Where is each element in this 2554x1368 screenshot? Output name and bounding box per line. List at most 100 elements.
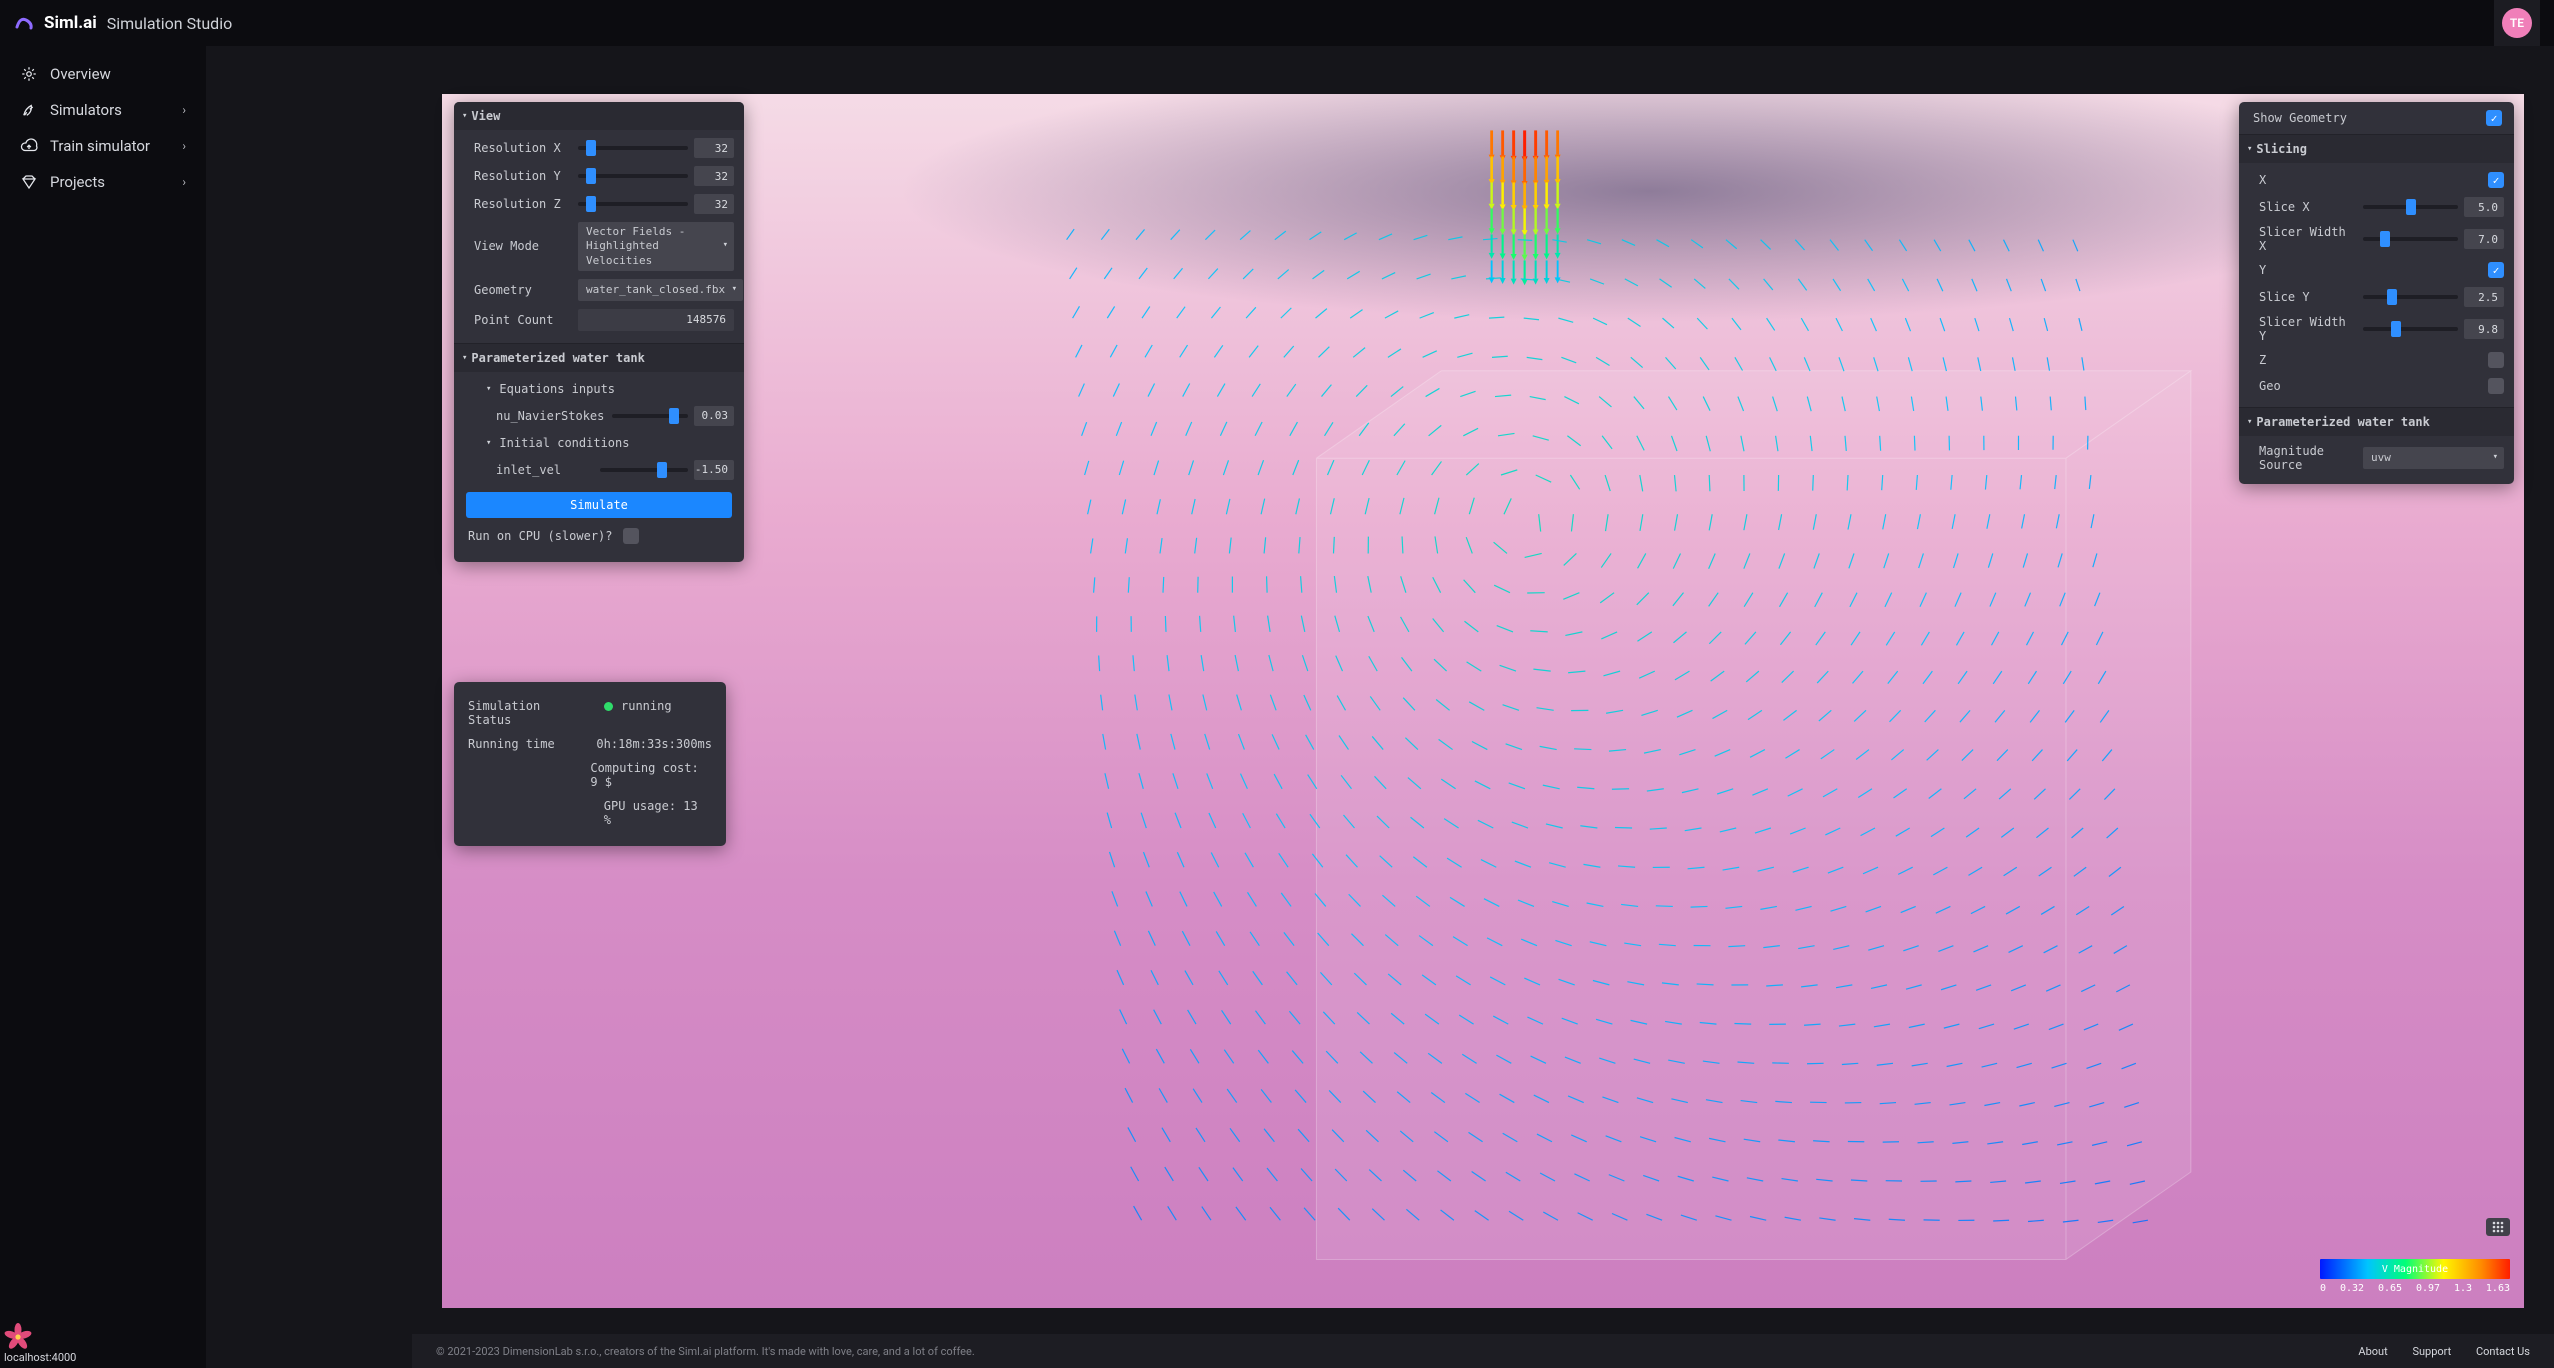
subhdr-ic[interactable]: ▾ Initial conditions xyxy=(458,430,740,456)
select-mag-src[interactable]: uvw ▾ xyxy=(2363,447,2504,469)
value-width-y[interactable]: 9.8 xyxy=(2464,319,2504,339)
slider-slice-x[interactable] xyxy=(2363,205,2458,209)
footer: © 2021-2023 DimensionLab s.r.o., creator… xyxy=(412,1334,2554,1368)
topbar: Siml.ai Simulation Studio TE xyxy=(0,0,2554,46)
section-param-header[interactable]: ▾ Parameterized water tank xyxy=(454,343,744,372)
value-res-x[interactable]: 32 xyxy=(694,138,734,158)
checkbox-show-geometry[interactable] xyxy=(2486,110,2502,126)
footer-links: About Support Contact Us xyxy=(2336,1345,2530,1358)
slider-res-z[interactable] xyxy=(578,202,688,206)
row-res-z: Resolution Z 32 xyxy=(458,190,740,218)
value-slice-x[interactable]: 5.0 xyxy=(2464,197,2504,217)
checkbox-y[interactable] xyxy=(2488,262,2504,278)
row-show-geometry: Show Geometry xyxy=(2239,102,2514,134)
nav-simulators[interactable]: Simulators › xyxy=(0,92,206,128)
nav-train[interactable]: Train simulator › xyxy=(0,128,206,164)
row-nu: nu_NavierStokes 0.03 xyxy=(458,402,740,430)
chevron-right-icon: › xyxy=(182,175,186,189)
brand-name: Siml.ai xyxy=(44,13,97,33)
chevron-right-icon: › xyxy=(182,139,186,153)
caret-down-icon: ▾ xyxy=(723,241,728,253)
checkbox-geo[interactable] xyxy=(2488,378,2504,394)
nav-overview[interactable]: Overview xyxy=(0,56,206,92)
section-slicing-header[interactable]: ▾ Slicing xyxy=(2239,134,2514,163)
triangle-down-icon: ▾ xyxy=(2247,417,2252,427)
nav-label: Overview xyxy=(50,65,111,83)
row-x-toggle: X xyxy=(2243,167,2510,193)
row-run-cpu: Run on CPU (slower)? xyxy=(458,524,740,554)
value-res-y[interactable]: 32 xyxy=(694,166,734,186)
checkbox-z[interactable] xyxy=(2488,352,2504,368)
user-avatar[interactable]: TE xyxy=(2502,8,2532,38)
row-point-count: Point Count 148576 xyxy=(458,305,740,335)
nav-label: Simulators xyxy=(50,101,122,119)
value-nu[interactable]: 0.03 xyxy=(694,406,734,426)
brand-logo-icon xyxy=(14,13,34,33)
row-view-mode: View Mode Vector Fields - Highlighted Ve… xyxy=(458,218,740,275)
main: V Magnitude 0 0.32 0.65 0.97 1.3 1.63 ▾ … xyxy=(206,46,2554,1368)
sidebar: Overview Simulators › Train simulator › … xyxy=(0,46,206,1368)
caret-down-icon: ▾ xyxy=(2493,452,2498,464)
footer-link-contact[interactable]: Contact Us xyxy=(2476,1345,2530,1358)
checkbox-x[interactable] xyxy=(2488,172,2504,188)
section-view-header[interactable]: ▾ View xyxy=(454,102,744,130)
select-view-mode[interactable]: Vector Fields - Highlighted Velocities ▾ xyxy=(578,222,734,271)
brand-subtitle: Simulation Studio xyxy=(107,14,232,33)
slider-width-y[interactable] xyxy=(2363,327,2458,331)
footer-link-about[interactable]: About xyxy=(2358,1345,2387,1358)
checkbox-run-cpu[interactable] xyxy=(623,528,639,544)
row-y-toggle: Y xyxy=(2243,257,2510,283)
nav-projects[interactable]: Projects › xyxy=(0,164,206,200)
row-geo-toggle: Geo xyxy=(2243,373,2510,399)
row-slice-x: Slice X 5.0 xyxy=(2243,193,2510,221)
select-geometry[interactable]: water_tank_closed.fbx ▾ xyxy=(578,279,743,301)
footer-link-support[interactable]: Support xyxy=(2412,1345,2451,1358)
row-res-x: Resolution X 32 xyxy=(458,134,740,162)
slider-nu[interactable] xyxy=(612,414,688,418)
status-value: running xyxy=(604,699,672,727)
legend-ticks: 0 0.32 0.65 0.97 1.3 1.63 xyxy=(2320,1283,2510,1294)
viewport-3d[interactable]: V Magnitude 0 0.32 0.65 0.97 1.3 1.63 xyxy=(442,94,2524,1308)
panel-slicing: Show Geometry ▾ Slicing X Slice X 5.0 xyxy=(2239,102,2514,484)
chevron-right-icon: › xyxy=(182,103,186,117)
cloud-up-icon xyxy=(20,137,38,155)
avatar-wrap: TE xyxy=(2494,0,2540,46)
overview-icon xyxy=(20,65,38,83)
triangle-down-icon: ▾ xyxy=(2247,144,2252,154)
slider-width-x[interactable] xyxy=(2363,237,2458,241)
shell: Overview Simulators › Train simulator › … xyxy=(0,46,2554,1368)
slider-slice-y[interactable] xyxy=(2363,295,2458,299)
value-inlet[interactable]: -1.50 xyxy=(694,460,734,480)
value-slice-y[interactable]: 2.5 xyxy=(2464,287,2504,307)
nav-label: Train simulator xyxy=(50,137,150,155)
slider-inlet[interactable] xyxy=(600,468,688,472)
flower-icon xyxy=(4,1323,32,1351)
brand: Siml.ai Simulation Studio xyxy=(14,13,232,33)
simulate-button[interactable]: Simulate xyxy=(466,492,732,518)
devserver-url: localhost:4000 xyxy=(4,1351,76,1364)
triangle-down-icon: ▾ xyxy=(462,353,467,363)
value-width-x[interactable]: 7.0 xyxy=(2464,229,2504,249)
value-point-count: 148576 xyxy=(578,309,734,331)
rocket-icon xyxy=(20,101,38,119)
slider-res-y[interactable] xyxy=(578,174,688,178)
triangle-down-icon: ▾ xyxy=(486,384,491,394)
status-dot-icon xyxy=(604,702,613,711)
section-right-param-header[interactable]: ▾ Parameterized water tank xyxy=(2239,407,2514,436)
row-res-y: Resolution Y 32 xyxy=(458,162,740,190)
subhdr-eq[interactable]: ▾ Equations inputs xyxy=(458,376,740,402)
devserver-badge[interactable]: localhost:4000 xyxy=(4,1323,76,1364)
value-res-z[interactable]: 32 xyxy=(694,194,734,214)
slider-res-x[interactable] xyxy=(578,146,688,150)
legend-title: V Magnitude xyxy=(2320,1259,2510,1279)
caret-down-icon: ▾ xyxy=(732,284,737,296)
status-label: Simulation Status xyxy=(468,699,588,727)
color-legend: V Magnitude 0 0.32 0.65 0.97 1.3 1.63 xyxy=(2320,1259,2510,1294)
vector-field xyxy=(442,94,2524,1308)
panel-status: Simulation Status running Running time 0… xyxy=(454,682,726,846)
row-mag-src: Magnitude Source uvw ▾ xyxy=(2243,440,2510,476)
grid-toggle-button[interactable] xyxy=(2486,1218,2510,1236)
diamond-icon xyxy=(20,173,38,191)
row-width-y: Slicer Width Y 9.8 xyxy=(2243,311,2510,347)
row-z-toggle: Z xyxy=(2243,347,2510,373)
